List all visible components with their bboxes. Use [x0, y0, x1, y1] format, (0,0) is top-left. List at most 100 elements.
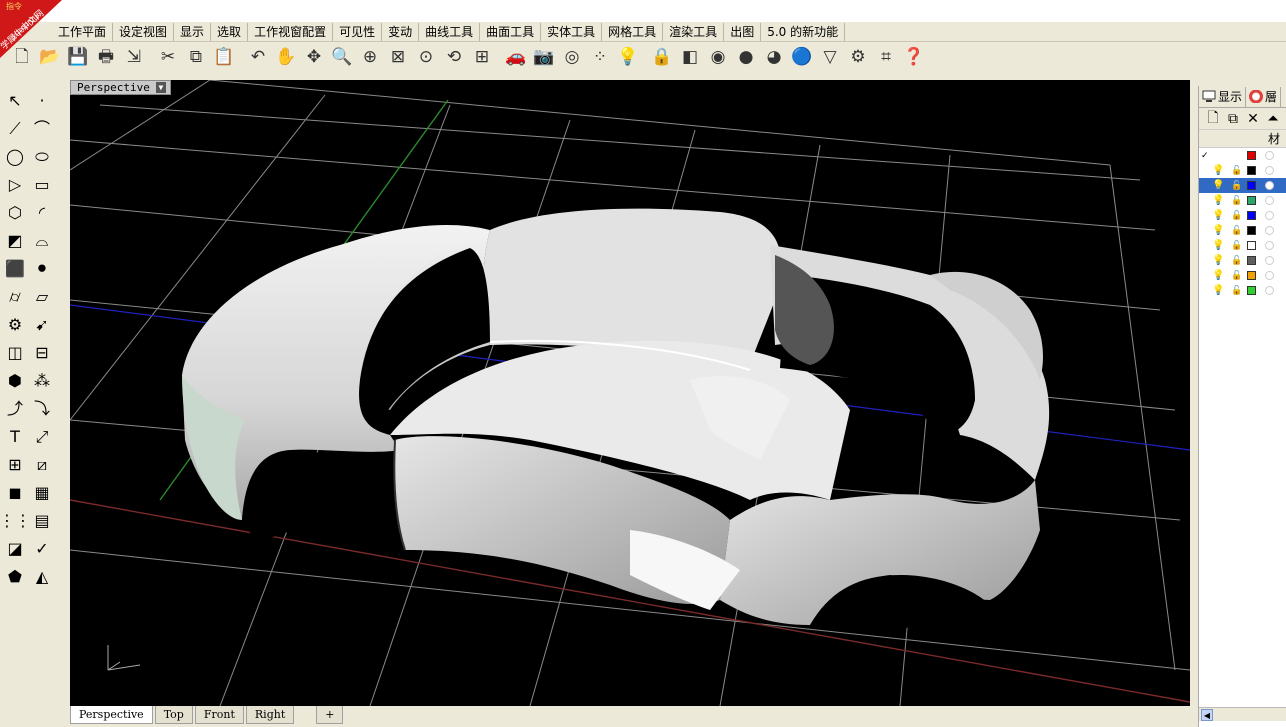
scroll-left-icon[interactable]: ◀ — [1201, 709, 1213, 721]
four-viewports-icon[interactable]: ⊞ — [468, 44, 496, 70]
viewport-tab-perspective[interactable]: Perspective — [70, 706, 153, 724]
select-arrow-icon[interactable]: ↖ — [2, 88, 28, 114]
color-wheel-icon[interactable]: ◉ — [704, 44, 732, 70]
cut-icon[interactable]: ✂ — [154, 44, 182, 70]
grid-snap-icon[interactable]: ⌗ — [872, 44, 900, 70]
layer-color-swatch[interactable] — [1247, 271, 1256, 280]
array-icon[interactable]: ⁂ — [29, 368, 55, 394]
layer-visibility-bulb-icon[interactable]: 💡 — [1212, 255, 1224, 267]
new-layer-icon[interactable]: 🗋 — [1203, 109, 1223, 129]
add-viewport-tab-button[interactable]: + — [316, 706, 344, 724]
surface-corner-icon[interactable]: ◩ — [2, 228, 28, 254]
layer-material-circle[interactable] — [1265, 196, 1274, 205]
grid-array-icon[interactable]: ⋮⋮ — [0, 508, 31, 534]
layer-row[interactable]: 💡 🔓 — [1199, 193, 1286, 208]
layer-color-swatch[interactable] — [1247, 226, 1256, 235]
layer-lock-icon[interactable]: 🔓 — [1231, 271, 1242, 281]
hexagon-icon[interactable]: ⬡ — [2, 200, 28, 226]
layer-color-swatch[interactable] — [1247, 286, 1256, 295]
text-icon[interactable]: T — [2, 424, 28, 450]
arc-icon[interactable]: ◜ — [29, 200, 55, 226]
layer-material-circle[interactable] — [1265, 181, 1274, 190]
zoom-selected-icon[interactable]: ⊙ — [412, 44, 440, 70]
render-box-icon[interactable]: ◼ — [2, 480, 28, 506]
new-sublayer-icon[interactable]: ⧉ — [1223, 109, 1243, 129]
light-bulb-icon[interactable]: 💡 — [614, 44, 642, 70]
zoom-extents-icon[interactable]: ⊠ — [384, 44, 412, 70]
hatch-icon[interactable]: ▦ — [29, 480, 55, 506]
import-icon[interactable]: ⇲ — [120, 44, 148, 70]
layer-lock-icon[interactable]: 🔓 — [1231, 166, 1242, 176]
layer-lock-icon[interactable]: 🔓 — [1231, 211, 1242, 221]
menu-tab-3[interactable]: 选取 — [211, 22, 249, 41]
layers-horizontal-scrollbar[interactable]: ◀ — [1199, 707, 1286, 721]
layer-lock-icon[interactable]: 🔓 — [1231, 256, 1242, 266]
car-model[interactable] — [182, 208, 1050, 631]
layer-visibility-bulb-icon[interactable]: 💡 — [1212, 270, 1224, 282]
layer-material-circle[interactable] — [1265, 241, 1274, 250]
plane-icon[interactable]: ▱ — [29, 284, 55, 310]
polyline-icon[interactable]: ⟋ — [2, 116, 28, 142]
menu-tab-6[interactable]: 变动 — [382, 22, 420, 41]
extrude-icon[interactable]: ⬢ — [2, 368, 28, 394]
lock-icon[interactable]: 🔒 — [648, 44, 676, 70]
layer-visibility-bulb-icon[interactable]: 💡 — [1212, 195, 1224, 207]
layer-material-circle[interactable] — [1265, 226, 1274, 235]
layer-color-swatch[interactable] — [1247, 166, 1256, 175]
layer-row[interactable]: 💡 🔓 — [1199, 178, 1286, 193]
print-icon[interactable]: 🖶 — [92, 44, 120, 70]
layer-visibility-bulb-icon[interactable]: 💡 — [1212, 285, 1224, 297]
menu-tab-12[interactable]: 出图 — [724, 22, 762, 41]
target-icon[interactable]: ◎ — [558, 44, 586, 70]
sphere-solid-icon[interactable]: ⚫ — [29, 256, 55, 282]
layer-lock-icon[interactable]: 🔓 — [1231, 196, 1242, 206]
menu-tab-8[interactable]: 曲面工具 — [480, 22, 542, 41]
menu-tab-1[interactable]: 设定视图 — [113, 22, 175, 41]
layer-visibility-bulb-icon[interactable]: 💡 — [1212, 165, 1224, 177]
pan-hand-icon[interactable]: ✋ — [272, 44, 300, 70]
layer-row[interactable]: 💡 🔓 — [1199, 223, 1286, 238]
camera-icon[interactable]: 📷 — [530, 44, 558, 70]
menu-tab-4[interactable]: 工作视窗配置 — [248, 22, 334, 41]
copy-icon[interactable]: ⧉ — [182, 44, 210, 70]
rectangle-icon[interactable]: ▭ — [29, 172, 55, 198]
perspective-viewport[interactable] — [70, 80, 1190, 706]
layer-lock-icon[interactable]: 🔓 — [1231, 241, 1242, 251]
mesh-icon[interactable]: ⬟ — [2, 564, 28, 590]
menu-tab-5[interactable]: 可见性 — [333, 22, 383, 41]
menu-tab-7[interactable]: 曲线工具 — [419, 22, 481, 41]
arrow-move-icon[interactable]: ➹ — [29, 312, 55, 338]
layer-row[interactable]: 💡 🔓 — [1199, 208, 1286, 223]
viewport-canvas[interactable] — [70, 80, 1190, 706]
car-render-icon[interactable]: 🚗 — [502, 44, 530, 70]
move-view-icon[interactable]: ✥ — [300, 44, 328, 70]
layer-lock-icon[interactable]: 🔓 — [1231, 286, 1242, 296]
layer-visibility-bulb-icon[interactable]: 💡 — [1212, 225, 1224, 237]
zoom-window-icon[interactable]: ⊕ — [356, 44, 384, 70]
layer-lock-icon[interactable]: 🔓 — [1231, 226, 1242, 236]
transform-gear-icon[interactable]: ⚙ — [2, 312, 28, 338]
layer-material-circle[interactable] — [1265, 166, 1274, 175]
analyze-icon[interactable]: ◪ — [2, 536, 28, 562]
loft-surface-icon[interactable]: ⌓ — [29, 228, 55, 254]
layer-visibility-bulb-icon[interactable]: 💡 — [1212, 180, 1224, 192]
menu-tab-10[interactable]: 网格工具 — [602, 22, 664, 41]
check-icon[interactable]: ✓ — [29, 536, 55, 562]
viewport-tab-top[interactable]: Top — [154, 706, 193, 724]
layer-material-circle[interactable] — [1265, 271, 1274, 280]
fillet-icon[interactable]: ⤴ — [2, 396, 28, 422]
blue-sphere-icon[interactable]: 🔵 — [788, 44, 816, 70]
circle-icon[interactable]: ◯ — [2, 144, 28, 170]
point-edit-icon[interactable]: ⁘ — [586, 44, 614, 70]
layer-color-swatch[interactable] — [1247, 151, 1256, 160]
layer-color-swatch[interactable] — [1247, 256, 1256, 265]
box-solid-icon[interactable]: ⬛ — [2, 256, 28, 282]
layer-color-swatch[interactable] — [1247, 241, 1256, 250]
offset-icon[interactable]: ⤵ — [29, 396, 55, 422]
cylinder-icon[interactable]: ⌭ — [2, 284, 28, 310]
point-icon[interactable]: · — [29, 88, 55, 114]
viewport-tab-right[interactable]: Right — [245, 706, 295, 724]
rotate-view-icon[interactable]: ⟲ — [440, 44, 468, 70]
layer-material-circle[interactable] — [1265, 286, 1274, 295]
menu-tab-11[interactable]: 渲染工具 — [663, 22, 725, 41]
